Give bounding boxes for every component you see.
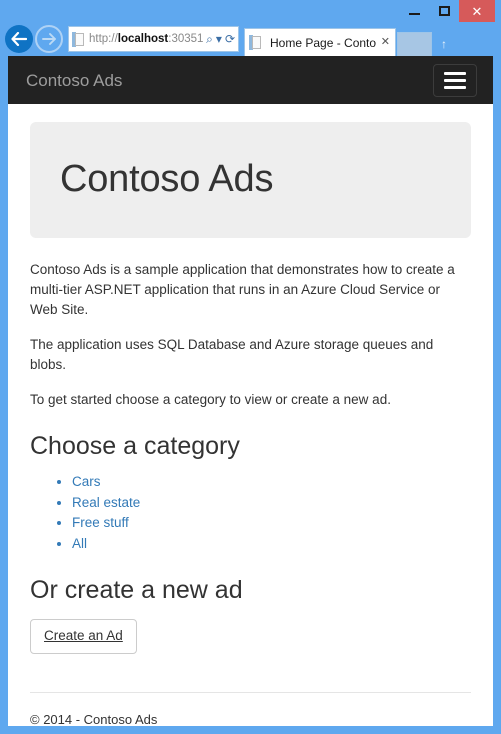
navbar-brand[interactable]: Contoso Ads [26, 72, 122, 89]
copyright-text: © 2014 - Contoso Ads [30, 712, 158, 726]
address-bar-url: http://localhost:30351, [89, 33, 205, 45]
category-link-all[interactable]: All [72, 536, 87, 551]
new-tab-button[interactable] [397, 32, 432, 56]
window-controls: ✕ [399, 0, 495, 22]
intro-paragraph-1: Contoso Ads is a sample application that… [30, 261, 455, 317]
create-an-ad-button[interactable]: Create an Ad [30, 619, 137, 655]
back-arrow-icon [11, 32, 27, 46]
category-link-cars[interactable]: Cars [72, 474, 101, 489]
maximize-icon [438, 6, 450, 16]
category-link-free-stuff[interactable]: Free stuff [72, 515, 129, 530]
tab-overflow-icon[interactable]: ↑ [435, 32, 453, 56]
refresh-icon[interactable]: ⟳ [225, 33, 235, 45]
browser-toolbar: http://localhost:30351, ⌕ ▾ ⟳ Home Page … [0, 22, 501, 56]
address-bar-icons: ⌕ ▾ ⟳ [204, 33, 235, 45]
tab-close-icon[interactable]: ✕ [381, 37, 390, 48]
list-item[interactable]: Cars [72, 472, 471, 493]
list-item[interactable]: Real estate [72, 493, 471, 514]
footer-divider [30, 692, 471, 694]
maximize-button[interactable] [429, 0, 459, 22]
minimize-button[interactable] [399, 0, 429, 22]
address-bar[interactable]: http://localhost:30351, ⌕ ▾ ⟳ [68, 26, 239, 52]
page-footer: © 2014 - Contoso Ads [30, 711, 471, 726]
category-link-real-estate[interactable]: Real estate [72, 495, 140, 510]
intro-paragraph-3: To get started choose a category to view… [30, 391, 391, 407]
jumbotron: Contoso Ads [30, 122, 471, 238]
close-button[interactable]: ✕ [459, 0, 495, 22]
tab-title: Home Page - Contoso... [270, 35, 376, 50]
intro-text: Contoso Ads is a sample application that… [30, 260, 471, 410]
page-title: Contoso Ads [60, 158, 274, 200]
tab-strip: Home Page - Contoso... ✕ ↑ [244, 22, 501, 56]
page-viewport: Contoso Ads Contoso Ads Contoso Ads is a… [8, 56, 493, 726]
back-button[interactable] [5, 25, 33, 53]
forward-arrow-icon [42, 33, 56, 45]
site-navbar: Contoso Ads [8, 56, 493, 104]
page-document-icon [72, 31, 85, 47]
forward-button[interactable] [35, 25, 63, 53]
title-bar: ✕ [0, 0, 501, 22]
category-list: Cars Real estate Free stuff All [30, 472, 471, 554]
browser-window: ✕ http://localhost:30351, ⌕ ▾ ⟳ Home Pag… [0, 0, 501, 734]
hamburger-menu-icon[interactable] [433, 63, 477, 97]
intro-paragraph-2: The application uses SQL Database and Az… [30, 336, 434, 372]
list-item[interactable]: Free stuff [72, 513, 471, 534]
create-ad-heading: Or create a new ad [30, 576, 243, 605]
page-container: Contoso Ads Contoso Ads is a sample appl… [8, 104, 493, 726]
minimize-icon [408, 13, 420, 15]
tab-favicon-icon [249, 35, 262, 50]
close-icon: ✕ [471, 3, 483, 19]
chevron-down-icon[interactable]: ▾ [216, 33, 222, 45]
browser-tab-active[interactable]: Home Page - Contoso... ✕ [244, 28, 396, 56]
search-icon[interactable]: ⌕ [206, 33, 213, 45]
list-item[interactable]: All [72, 534, 471, 555]
choose-category-heading: Choose a category [30, 431, 240, 460]
